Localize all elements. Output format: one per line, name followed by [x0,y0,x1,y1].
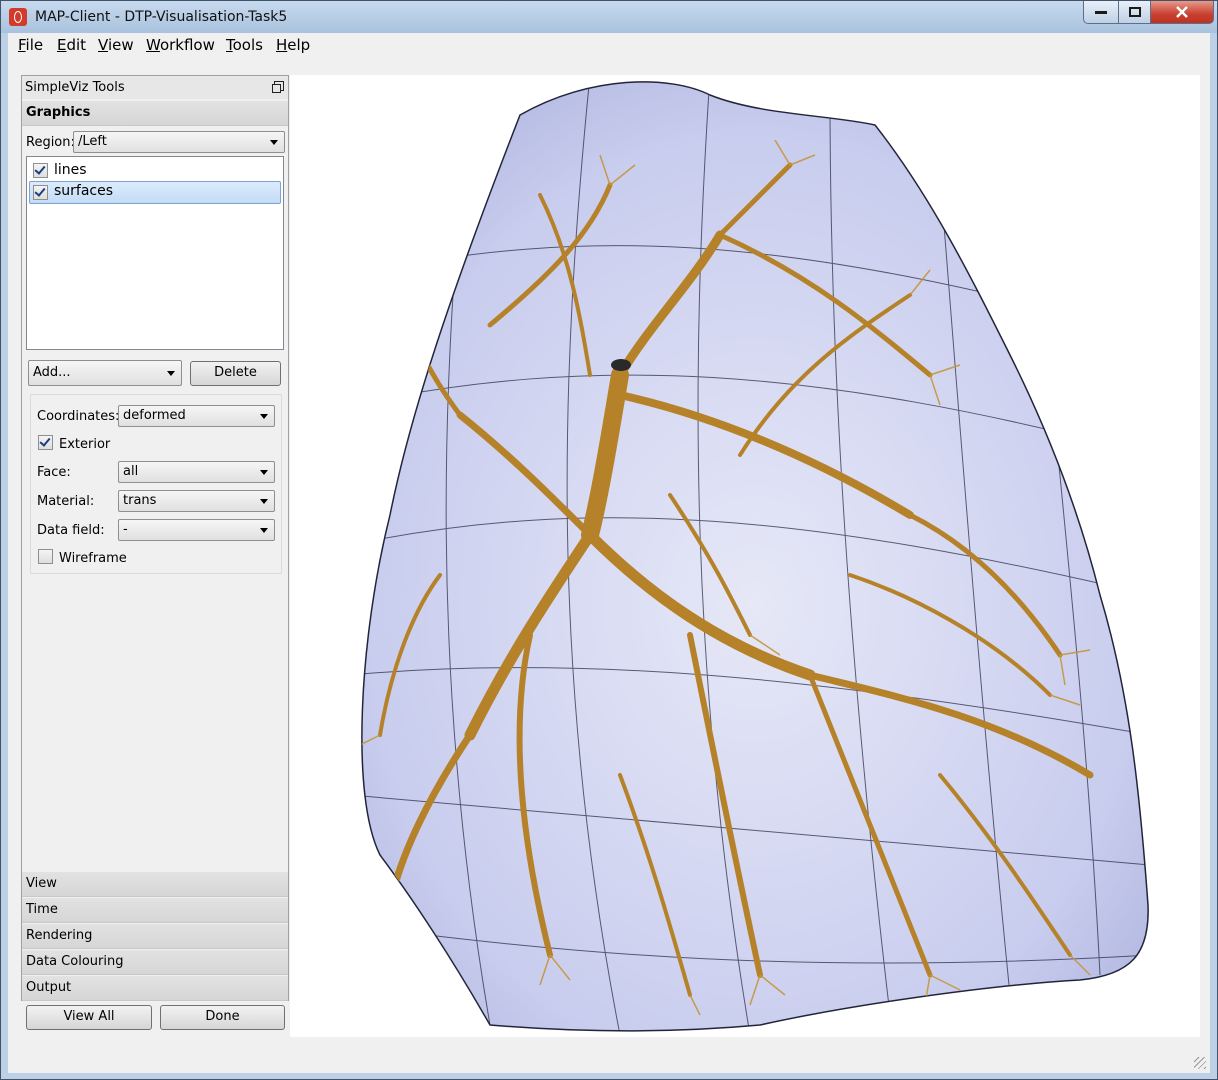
chevron-down-icon [167,371,175,376]
menu-help[interactable]: Help [276,36,310,54]
status-bar [8,1043,1210,1073]
float-dock-icon[interactable] [272,81,284,93]
menu-view[interactable]: View [98,36,134,54]
chevron-down-icon [260,470,268,475]
section-graphics[interactable]: Graphics [22,101,288,126]
chevron-down-icon [270,140,278,145]
close-button[interactable] [1150,1,1214,24]
lung-scene [361,81,1149,1032]
section-time[interactable]: Time [22,898,288,923]
chevron-down-icon [260,528,268,533]
add-graphics-select[interactable]: Add... [28,360,182,386]
menu-help-label: elp [287,36,311,54]
graphics-properties: Coordinates: deformed Exterior Face: all… [30,394,282,574]
simpleviz-tools-panel: SimpleViz Tools Graphics Region: /Left l… [21,75,289,1001]
list-item-lines[interactable]: lines [29,160,279,181]
coordinates-select[interactable]: deformed [118,405,275,427]
menu-workflow[interactable]: Workflow [146,36,215,54]
dock-title-bar[interactable]: SimpleViz Tools [22,76,288,99]
face-value: all [123,464,139,479]
material-value: trans [123,493,157,508]
region-value: /Left [78,134,107,149]
wireframe-label: Wireframe [59,551,127,566]
exterior-label: Exterior [59,437,111,452]
lines-checkbox[interactable] [33,163,48,178]
menu-file-mnemonic: F [18,36,26,54]
menu-edit-label: dit [66,36,87,54]
menu-workflow-label: orkflow [159,36,215,54]
surfaces-checkbox[interactable] [33,185,48,200]
resize-grip-icon[interactable] [1194,1057,1206,1069]
section-graphics-label: Graphics [26,105,91,120]
menu-tools-label: ools [232,36,263,54]
menu-bar: File Edit View Workflow Tools Help [8,33,1210,55]
list-item-label: surfaces [54,183,114,199]
section-view[interactable]: View [22,872,288,897]
section-rendering[interactable]: Rendering [22,924,288,949]
section-data-colouring[interactable]: Data Colouring [22,950,288,975]
done-button[interactable]: Done [160,1005,285,1030]
menu-file[interactable]: File [18,36,43,54]
list-item-label: lines [54,162,87,178]
maximize-icon [1128,7,1141,17]
add-value: Add... [33,365,71,380]
menu-workflow-mnemonic: W [146,36,160,54]
chevron-down-icon [260,414,268,419]
view-all-button[interactable]: View All [26,1005,152,1030]
exterior-checkbox[interactable] [38,435,53,450]
main-area: File Edit View Workflow Tools Help Simpl… [8,33,1210,1073]
delete-button[interactable]: Delete [190,361,281,386]
close-icon [1176,6,1188,18]
wireframe-checkbox[interactable] [38,549,53,564]
region-label: Region: [26,135,75,150]
menu-view-mnemonic: V [98,36,108,54]
data-field-value: - [123,522,128,537]
material-select[interactable]: trans [118,490,275,512]
list-item-surfaces[interactable]: surfaces [29,181,281,204]
section-time-label: Time [26,902,58,917]
face-select[interactable]: all [118,461,275,483]
menu-help-mnemonic: H [276,36,288,54]
title-bar[interactable]: MAP-Client - DTP-Visualisation-Task5 [1,1,1217,33]
coordinates-value: deformed [123,408,186,423]
section-view-label: View [26,876,57,891]
menu-tools-mnemonic: T [226,36,233,54]
chevron-down-icon [260,499,268,504]
section-data-colouring-label: Data Colouring [26,954,124,969]
window-title: MAP-Client - DTP-Visualisation-Task5 [35,9,288,25]
trachea-opening [611,359,631,371]
lung-surface [361,81,1149,1032]
graphics-list[interactable]: lines surfaces [26,156,284,350]
3d-viewport[interactable] [290,75,1200,1037]
dock-title: SimpleViz Tools [25,80,125,95]
coordinates-label: Coordinates: [37,409,120,424]
data-field-select[interactable]: - [118,519,275,541]
minimize-button[interactable] [1083,1,1119,24]
app-window: MAP-Client - DTP-Visualisation-Task5 Fil… [0,0,1218,1080]
menu-file-label: ile [25,36,44,54]
section-output[interactable]: Output [22,976,288,1001]
menu-edit[interactable]: Edit [57,36,86,54]
menu-tools[interactable]: Tools [226,36,263,54]
app-logo-icon [9,8,27,26]
face-label: Face: [37,465,71,480]
minimize-icon [1095,11,1107,14]
section-rendering-label: Rendering [26,928,93,943]
maximize-button[interactable] [1118,1,1151,24]
data-field-label: Data field: [37,523,105,538]
material-label: Material: [37,494,95,509]
menu-view-label: iew [107,36,134,54]
section-output-label: Output [26,980,72,995]
region-select[interactable]: /Left [73,131,285,153]
